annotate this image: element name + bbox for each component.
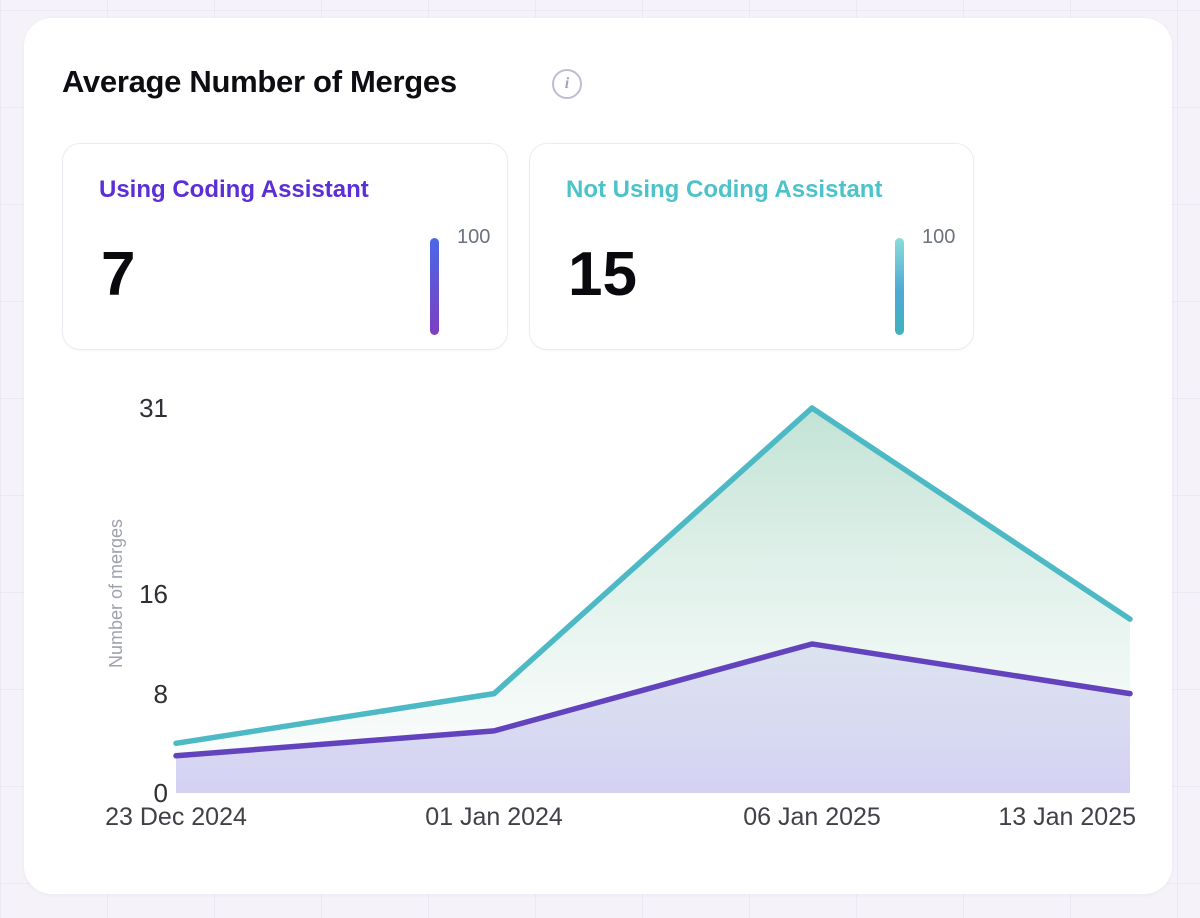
page-title: Average Number of Merges <box>62 64 457 100</box>
stat-card-using-assistant: Using Coding Assistant 7 100 <box>62 143 508 350</box>
x-tick-label: 13 Jan 2025 <box>998 802 1136 832</box>
stat-value: 7 <box>101 244 135 306</box>
stat-card-not-using-assistant: Not Using Coding Assistant 15 100 <box>529 143 974 350</box>
stat-scale-bar <box>895 238 904 335</box>
stat-scale-max: 100 <box>457 226 490 249</box>
stat-value: 15 <box>568 244 637 306</box>
chart-panel: Average Number of Merges i Using Coding … <box>24 18 1172 894</box>
stat-label: Using Coding Assistant <box>99 176 369 204</box>
x-tick-label: 23 Dec 2024 <box>105 802 247 832</box>
info-icon[interactable]: i <box>552 69 582 99</box>
y-tick-label: 31 <box>24 394 168 422</box>
x-tick-label: 01 Jan 2024 <box>425 802 563 832</box>
stat-label: Not Using Coding Assistant <box>566 176 882 204</box>
y-tick-label: 8 <box>24 680 168 708</box>
merges-area-chart <box>176 402 1130 796</box>
stat-scale-bar <box>430 238 439 335</box>
stat-scale-max: 100 <box>922 226 955 249</box>
y-tick-label: 16 <box>24 580 168 608</box>
x-tick-label: 06 Jan 2025 <box>743 802 881 832</box>
